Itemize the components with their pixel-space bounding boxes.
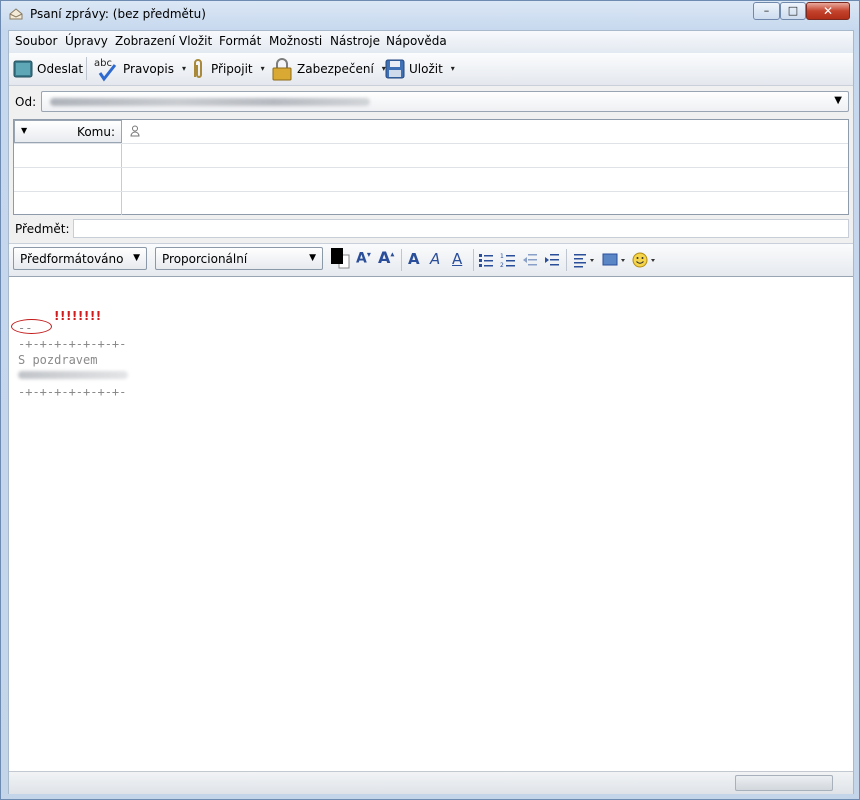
signature-separator: -- <box>18 321 33 335</box>
compose-window: Psaní zprávy: (bez předmětu) – □ ✕ Soubo… <box>0 0 860 800</box>
menu-options[interactable]: Možnosti <box>269 34 322 48</box>
maximize-icon: □ <box>787 4 799 17</box>
svg-text:1: 1 <box>500 253 504 260</box>
format-separator <box>401 249 402 271</box>
subject-input[interactable] <box>73 219 849 238</box>
paragraph-format-value: Předformátováno <box>20 252 124 266</box>
spellcheck-chevron-down-icon[interactable]: ▾ <box>182 64 186 73</box>
maximize-button[interactable]: □ <box>780 2 806 20</box>
bold-icon[interactable]: A <box>408 250 420 268</box>
recipient-row <box>14 168 848 192</box>
recipient-input[interactable] <box>124 168 844 191</box>
attach-button[interactable]: Připojit ▾ <box>189 55 265 82</box>
send-label: Odeslat <box>37 61 84 76</box>
from-label: Od: <box>15 95 37 109</box>
recipient-input[interactable] <box>142 120 842 143</box>
save-label: Uložit <box>409 61 443 76</box>
recipient-row <box>14 192 848 216</box>
bullet-list-icon[interactable] <box>478 252 494 268</box>
attach-chevron-down-icon[interactable]: ▾ <box>261 64 265 73</box>
font-smaller-icon[interactable]: A▾ <box>356 250 371 267</box>
indent-icon[interactable] <box>544 252 560 268</box>
security-button[interactable]: Zabezpečení ▾ <box>271 55 386 82</box>
recipient-row: ▼ Komu: <box>14 120 848 144</box>
underline-icon[interactable]: A <box>452 250 462 268</box>
menu-help[interactable]: Nápověda <box>386 34 447 48</box>
save-button[interactable]: Uložit ▾ <box>385 55 455 82</box>
recipient-type-cell[interactable] <box>14 168 122 191</box>
send-icon <box>13 60 33 77</box>
close-icon: ✕ <box>822 4 834 18</box>
minimize-icon: – <box>763 4 770 17</box>
menu-view[interactable]: Zobrazení <box>115 34 175 48</box>
svg-text:2: 2 <box>500 262 504 268</box>
subject-row: Předmět: <box>9 217 853 241</box>
recipient-type-select[interactable]: ▼ Komu: <box>14 120 122 143</box>
minimize-button[interactable]: – <box>753 2 780 20</box>
status-progress-panel <box>735 775 833 791</box>
menu-file[interactable]: Soubor <box>15 34 57 48</box>
menu-format[interactable]: Formát <box>219 34 261 48</box>
smiley-icon[interactable] <box>632 251 658 269</box>
client-area: Soubor Úpravy Zobrazení Vložit Formát Mo… <box>8 30 854 794</box>
spellcheck-label: Pravopis <box>123 61 174 76</box>
paragraph-format-select[interactable]: Předformátováno ▼ <box>13 247 147 270</box>
recipient-row <box>14 144 848 168</box>
signature-greeting: S pozdravem <box>18 353 98 367</box>
menu-insert[interactable]: Vložit <box>179 34 212 48</box>
title-bar[interactable]: Psaní zprávy: (bez předmětu) – □ ✕ <box>1 1 859 29</box>
font-value: Proporcionální <box>162 252 248 266</box>
redacted-from-address <box>50 98 370 106</box>
recipient-type-cell[interactable] <box>14 144 122 167</box>
window-title: Psaní zprávy: (bez předmětu) <box>30 7 206 21</box>
format-toolbar: Předformátováno ▼ Proporcionální ▼ A▾ A▴… <box>9 243 853 277</box>
redacted-signature-name <box>18 371 128 379</box>
recipient-input[interactable] <box>124 192 844 214</box>
attach-label: Připojit <box>211 61 253 76</box>
italic-icon[interactable]: A <box>430 250 440 268</box>
paragraph-chevron-down-icon: ▼ <box>133 253 140 263</box>
format-separator <box>566 249 567 271</box>
format-separator <box>473 249 474 271</box>
contact-person-icon <box>130 125 140 137</box>
menu-tools[interactable]: Nástroje <box>330 34 380 48</box>
signature-line: -+-+-+-+-+-+-+- <box>18 385 127 399</box>
menu-edit[interactable]: Úpravy <box>65 34 108 48</box>
toolbar-separator <box>86 57 87 80</box>
floppy-disk-icon <box>385 59 405 78</box>
align-icon[interactable] <box>573 252 597 268</box>
subject-label: Předmět: <box>15 222 70 236</box>
send-button[interactable]: Odeslat <box>13 55 83 82</box>
annotation-exclamation: !!!!!!!! <box>54 309 102 323</box>
from-chevron-down-icon: ▼ <box>834 95 842 106</box>
recipient-type-chevron-down-icon: ▼ <box>21 126 28 135</box>
recipient-type-cell[interactable] <box>14 192 122 215</box>
menu-bar: Soubor Úpravy Zobrazení Vložit Formát Mo… <box>9 31 853 53</box>
message-body-editor[interactable]: !!!!!!!! -- -+-+-+-+-+-+-+- S pozdravem … <box>9 277 853 771</box>
from-row: Od: ▼ <box>9 89 853 115</box>
numbered-list-icon[interactable]: 12 <box>500 252 516 268</box>
paperclip-icon <box>194 58 202 78</box>
font-chevron-down-icon: ▼ <box>309 253 316 263</box>
signature-line: -+-+-+-+-+-+-+- <box>18 337 127 351</box>
compose-app-icon <box>9 8 23 20</box>
font-select[interactable]: Proporcionální ▼ <box>155 247 323 270</box>
spellcheck-icon: abc <box>94 58 117 82</box>
save-chevron-down-icon[interactable]: ▾ <box>451 64 455 73</box>
spellcheck-icon-text: abc <box>94 58 112 69</box>
to-label: Komu: <box>77 125 115 139</box>
main-toolbar: Odeslat abc Pravopis ▾ Připojit ▾ Zabezp… <box>9 53 853 86</box>
status-bar <box>9 771 853 794</box>
outdent-icon[interactable] <box>522 252 538 268</box>
spellcheck-button[interactable]: abc Pravopis ▾ <box>93 55 186 82</box>
insert-object-icon[interactable] <box>602 252 628 268</box>
recipient-input[interactable] <box>124 144 844 167</box>
text-color-picker[interactable] <box>330 246 350 272</box>
padlock-icon <box>272 57 292 80</box>
from-select[interactable]: ▼ <box>41 91 849 112</box>
font-larger-icon[interactable]: A▴ <box>378 248 394 267</box>
close-button[interactable]: ✕ <box>806 2 850 20</box>
security-label: Zabezpečení <box>297 61 374 76</box>
recipient-table: ▼ Komu: <box>13 119 849 215</box>
